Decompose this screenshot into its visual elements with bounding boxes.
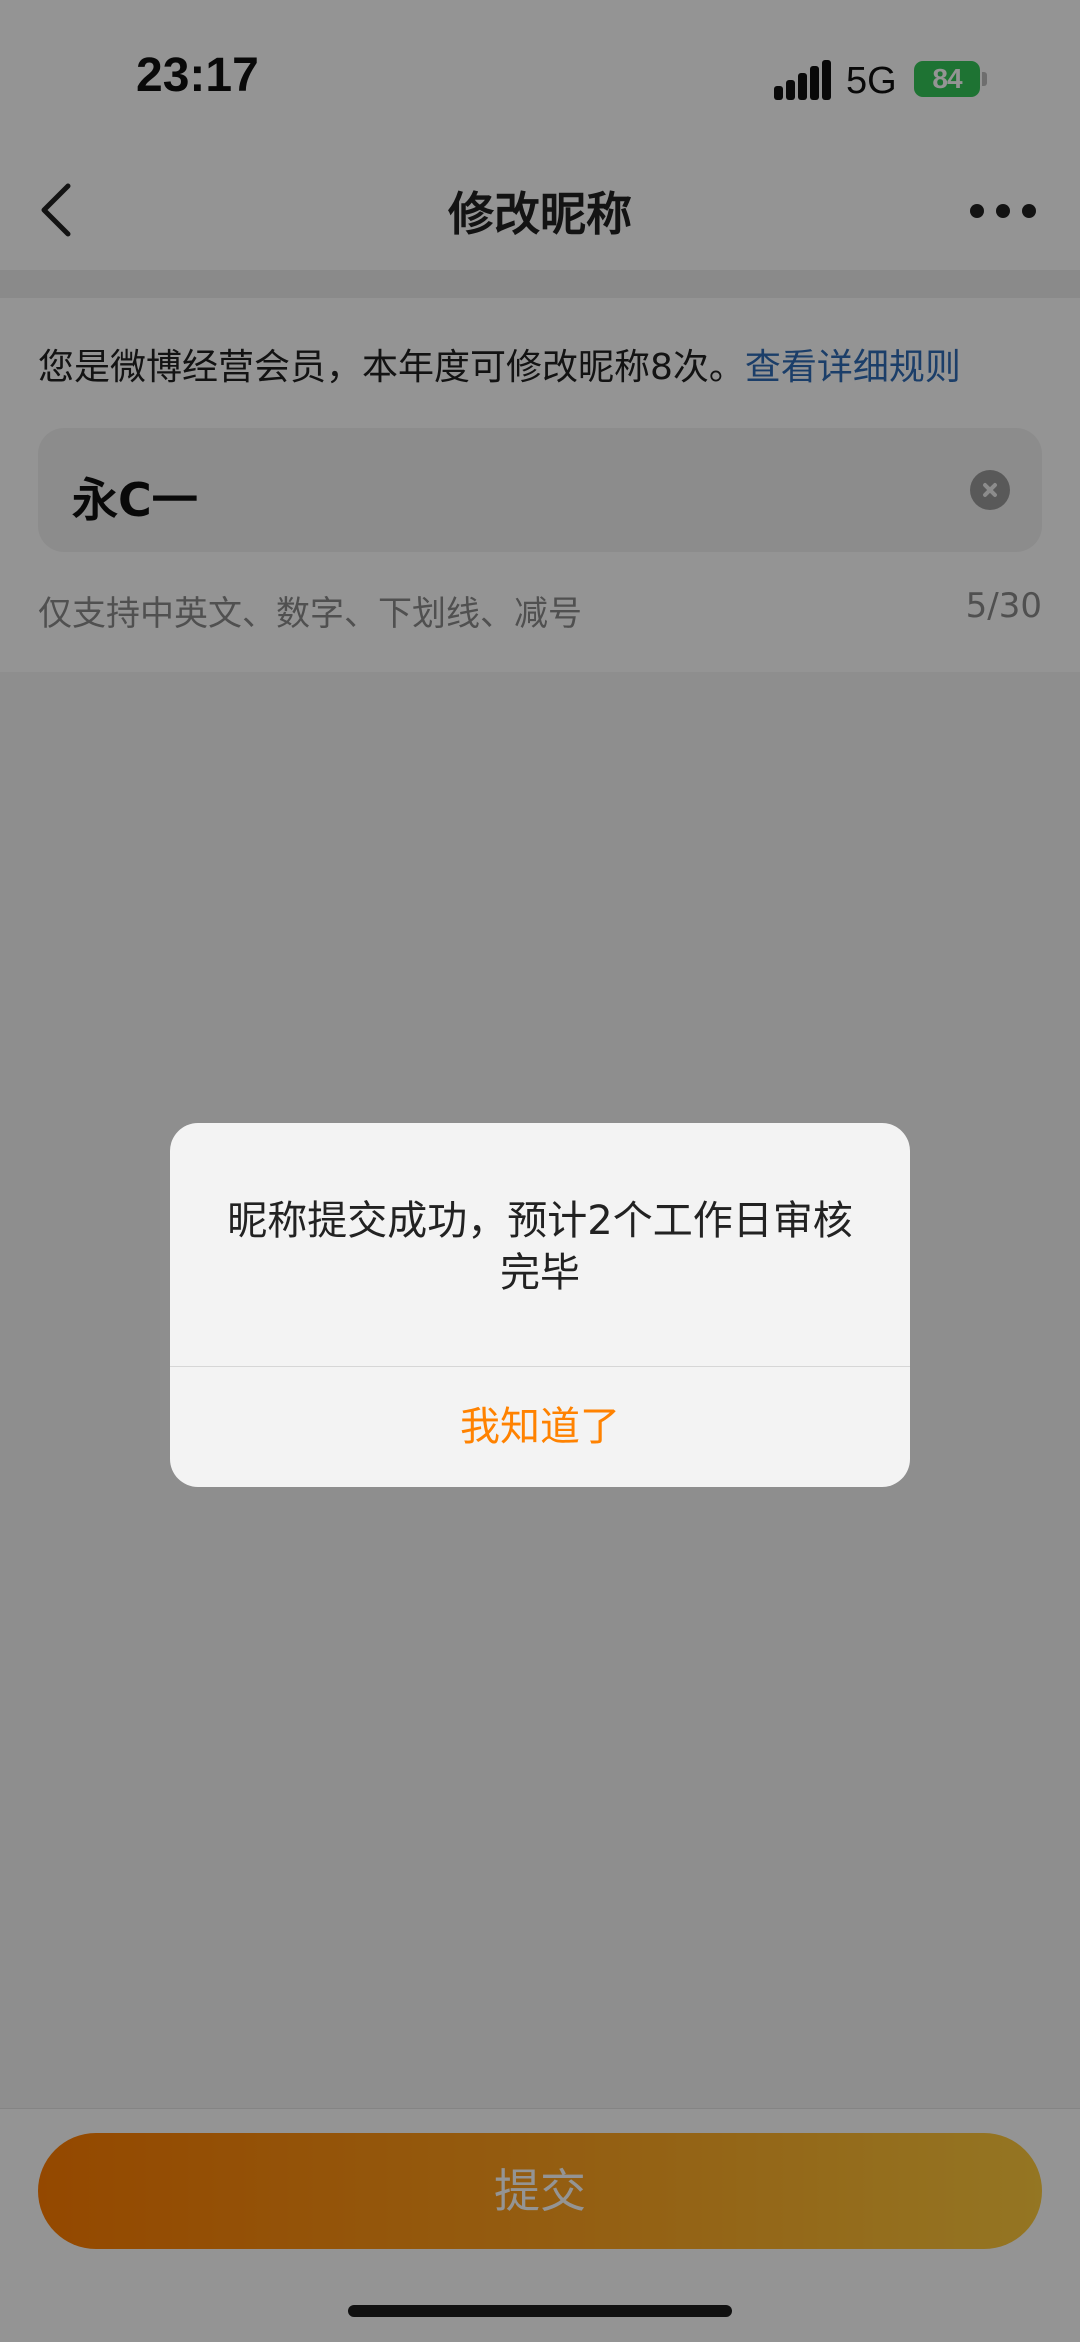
home-indicator[interactable]: [348, 2305, 732, 2317]
dialog-message: 昵称提交成功，预计2个工作日审核完毕: [227, 1198, 853, 1296]
success-dialog: 昵称提交成功，预计2个工作日审核完毕 我知道了: [170, 1123, 910, 1487]
dialog-confirm-button[interactable]: 我知道了: [170, 1367, 910, 1487]
